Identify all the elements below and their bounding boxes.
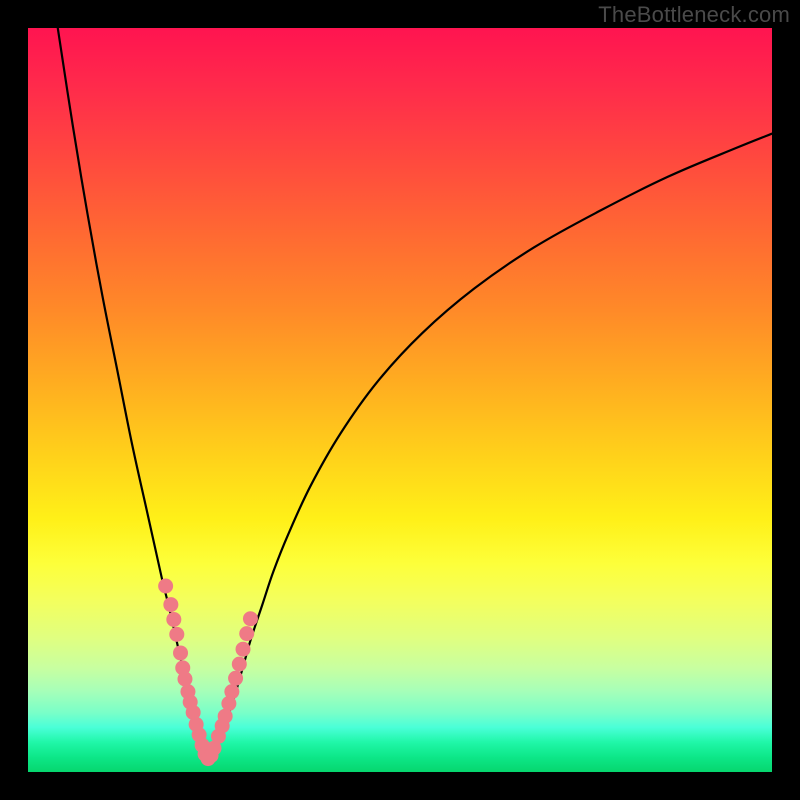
marker-dot [232,657,247,672]
marker-dot [239,626,254,641]
plot-area [28,28,772,772]
marker-dot [163,597,178,612]
marker-layer [28,28,772,772]
marker-group [158,579,258,767]
marker-dot [173,645,188,660]
marker-dot [243,611,258,626]
watermark-text: TheBottleneck.com [598,2,790,28]
marker-dot [169,627,184,642]
marker-dot [177,672,192,687]
marker-dot [158,579,173,594]
marker-dot [228,671,243,686]
marker-dot [218,709,233,724]
marker-dot [166,612,181,627]
outer-frame: TheBottleneck.com [0,0,800,800]
marker-dot [224,684,239,699]
marker-dot [236,642,251,657]
